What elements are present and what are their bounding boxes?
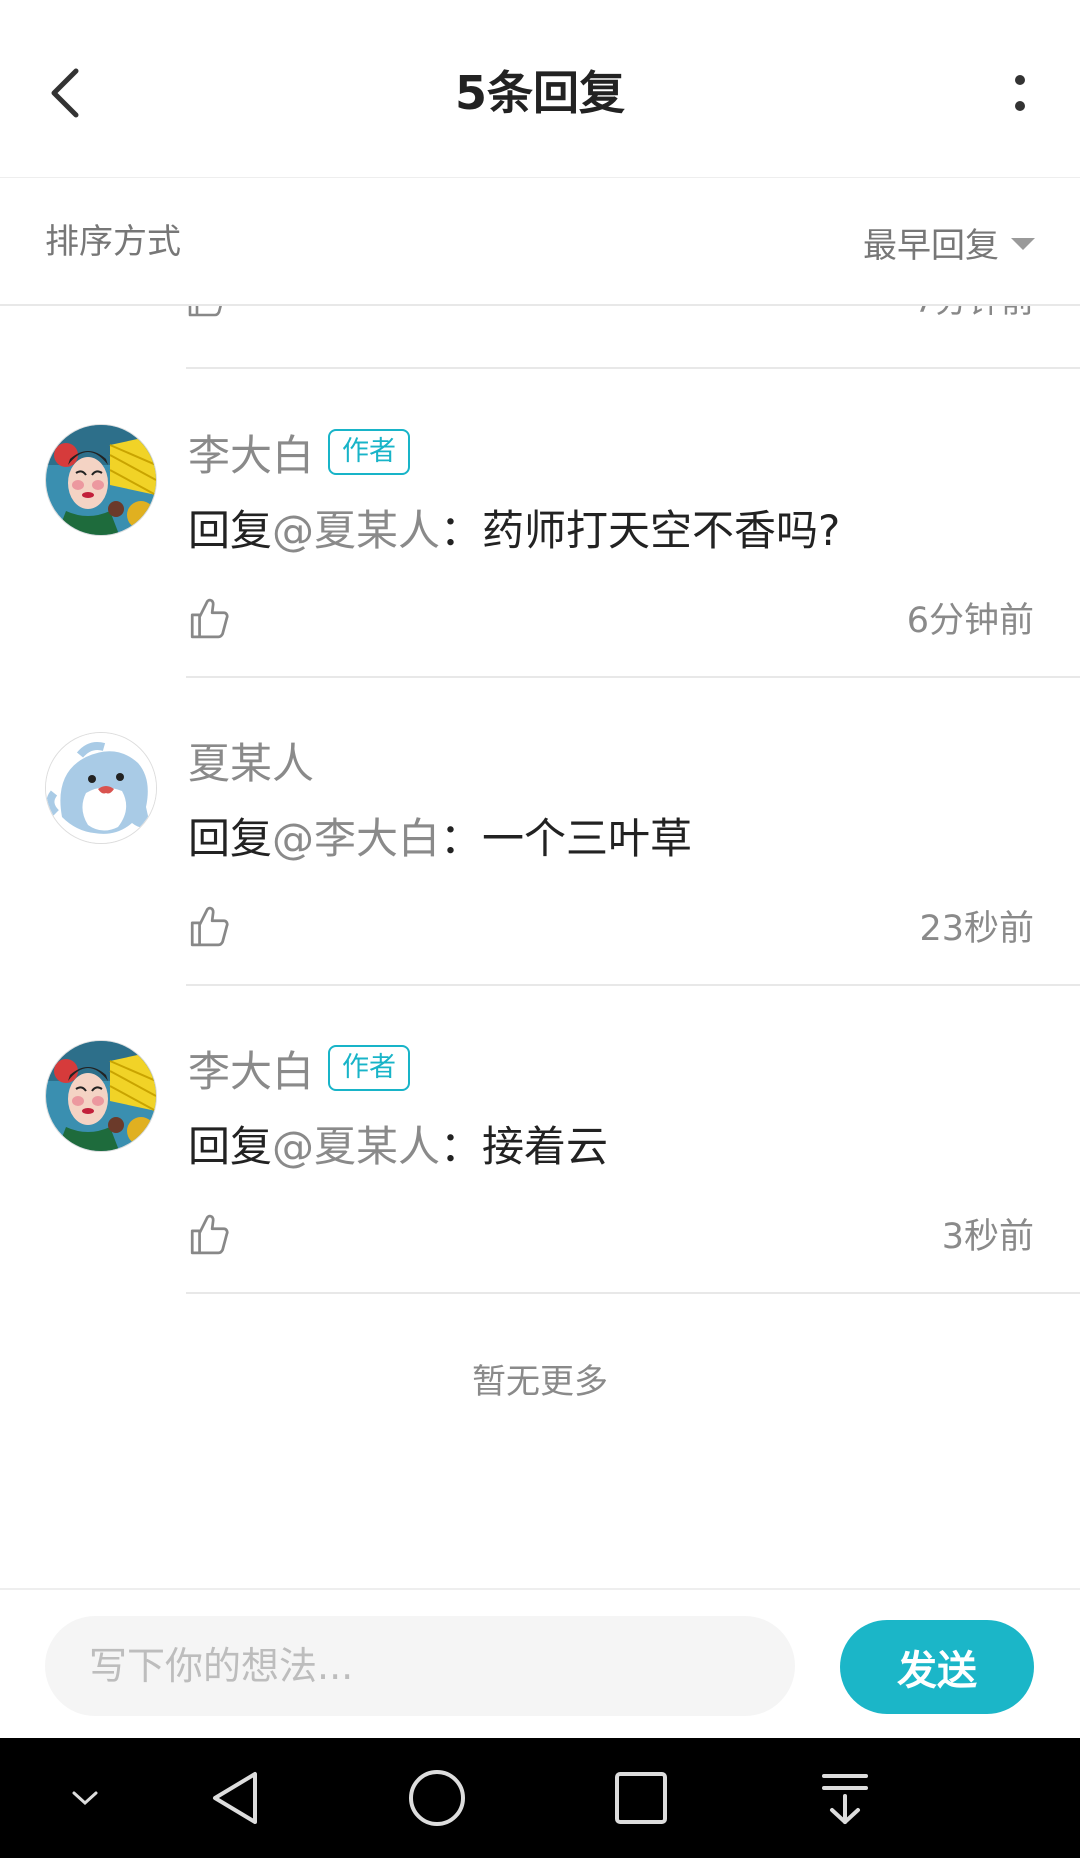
like-button[interactable] [186,306,226,322]
list-item[interactable]: 夏某人 回复@李大白：一个三叶草 23秒前 [0,678,1080,986]
reply-body: 药师打天空不香吗? [482,506,841,555]
like-button[interactable] [188,904,230,952]
like-button[interactable] [188,596,230,644]
nav-collapse-button[interactable] [55,1758,115,1838]
reply-prefix: 回复 [188,814,273,863]
page-title: 5条回复 [454,66,625,120]
more-vertical-icon [1015,75,1025,111]
nav-notifications-icon [822,1774,868,1824]
reply-text: 回复@夏某人：接着云 [188,1118,608,1176]
send-button[interactable]: 发送 [840,1620,1034,1714]
reply-text: 回复@夏某人：药师打天空不香吗? [188,502,840,560]
reply-prefix: 回复 [188,506,273,555]
avatar[interactable] [45,1040,157,1152]
reply-separator: ： [440,814,483,863]
thumbs-up-icon [188,306,222,317]
like-button[interactable] [188,1212,230,1260]
nav-recents-button[interactable] [606,1758,676,1838]
sort-selected-value: 最早回复 [863,225,999,266]
divider [186,367,1080,369]
opera-avatar-image [46,1041,156,1151]
list-item[interactable]: 李大白 作者 回复@夏某人：药师打天空不香吗? 6分钟前 [0,370,1080,678]
system-nav-bar [0,1738,1080,1858]
list-item-partial: 7分钟前 [0,306,1080,370]
mention-link[interactable]: @夏某人 [272,506,440,555]
thumbs-up-icon [190,906,229,947]
reply-input[interactable] [45,1616,795,1716]
top-app-bar: 5条回复 [0,0,1080,178]
reply-time: 6分钟前 [906,601,1034,641]
reply-separator: ： [440,506,483,555]
chevron-down-icon [72,1791,98,1806]
author-line: 李大白 作者 [188,1042,411,1096]
reply-body: 一个三叶草 [482,814,693,863]
sort-bar: 排序方式 最早回复 [0,178,1080,306]
avatar[interactable] [45,732,157,844]
user-name[interactable]: 李大白 [188,422,314,483]
nav-notifications-button[interactable] [810,1758,880,1838]
author-badge: 作者 [328,429,411,475]
reply-body: 接着云 [482,1122,609,1171]
mention-link[interactable]: @夏某人 [272,1122,440,1171]
more-options-button[interactable] [990,58,1050,128]
dolphin-avatar-image [46,733,156,843]
reply-text: 回复@李大白：一个三叶草 [188,810,692,868]
user-name[interactable]: 李大白 [188,1038,314,1099]
author-badge: 作者 [328,1045,411,1091]
caret-down-icon [1011,238,1035,250]
nav-home-button[interactable] [402,1758,472,1838]
sort-label: 排序方式 [45,222,181,262]
nav-home-icon [409,1770,465,1826]
reply-time: 7分钟前 [914,306,1034,322]
mention-link[interactable]: @李大白 [272,814,440,863]
reply-list[interactable]: 7分钟前 李大白 作者 [0,306,1080,1586]
no-more-text: 暂无更多 [472,1362,608,1402]
author-line: 夏某人 [188,734,314,788]
nav-recents-icon [615,1772,667,1824]
thumbs-up-icon [190,598,229,639]
divider [186,1292,1080,1294]
nav-back-button[interactable] [200,1758,270,1838]
user-name[interactable]: 夏某人 [188,730,314,791]
reply-composer: 发送 [0,1588,1080,1738]
avatar[interactable] [45,424,157,536]
author-line: 李大白 作者 [188,426,411,480]
list-item[interactable]: 李大白 作者 回复@夏某人：接着云 3秒前 [0,986,1080,1294]
thumbs-up-icon [190,1214,229,1255]
reply-separator: ： [440,1122,483,1171]
reply-prefix: 回复 [188,1122,273,1171]
opera-avatar-image [46,425,156,535]
reply-time: 23秒前 [919,909,1034,949]
nav-back-icon [213,1772,257,1824]
sort-dropdown[interactable]: 最早回复 [863,218,1035,266]
reply-time: 3秒前 [941,1217,1034,1257]
